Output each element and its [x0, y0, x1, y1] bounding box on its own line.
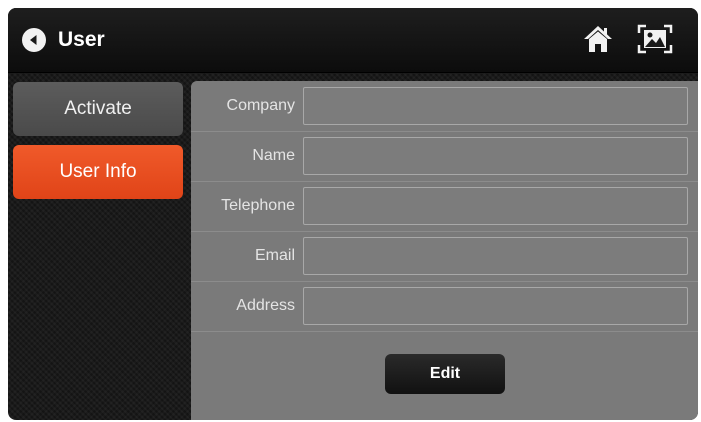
name-field[interactable]	[303, 137, 688, 175]
email-label: Email	[254, 247, 295, 264]
user-info-form: Company Name Telephone Email Address Edi…	[191, 81, 698, 420]
page-title: User	[58, 28, 105, 51]
form-row-email: Email	[191, 231, 698, 282]
telephone-label: Telephone	[221, 197, 295, 214]
name-label: Name	[252, 147, 295, 164]
back-arrow-icon	[30, 35, 37, 45]
form-row-company: Company	[191, 81, 698, 132]
form-row-name: Name	[191, 131, 698, 182]
form-row-telephone: Telephone	[191, 181, 698, 232]
form-row-address: Address	[191, 281, 698, 332]
company-field[interactable]	[303, 87, 688, 125]
edit-button[interactable]: Edit	[385, 354, 505, 394]
screenshot-button[interactable]	[637, 24, 673, 54]
screenshot-icon	[637, 24, 673, 54]
sidebar-item-user-info[interactable]: User Info	[13, 145, 183, 199]
app-screen: User Activate User Info Company Name Tel…	[8, 8, 698, 420]
company-label: Company	[226, 97, 295, 114]
telephone-field[interactable]	[303, 187, 688, 225]
home-icon	[584, 26, 612, 52]
sidebar: Activate User Info	[8, 72, 190, 420]
email-field[interactable]	[303, 237, 688, 275]
address-label: Address	[236, 297, 295, 314]
top-bar: User	[8, 8, 698, 73]
back-button[interactable]	[22, 28, 46, 52]
address-field[interactable]	[303, 287, 688, 325]
sidebar-item-activate[interactable]: Activate	[13, 82, 183, 136]
home-button[interactable]	[583, 24, 613, 54]
